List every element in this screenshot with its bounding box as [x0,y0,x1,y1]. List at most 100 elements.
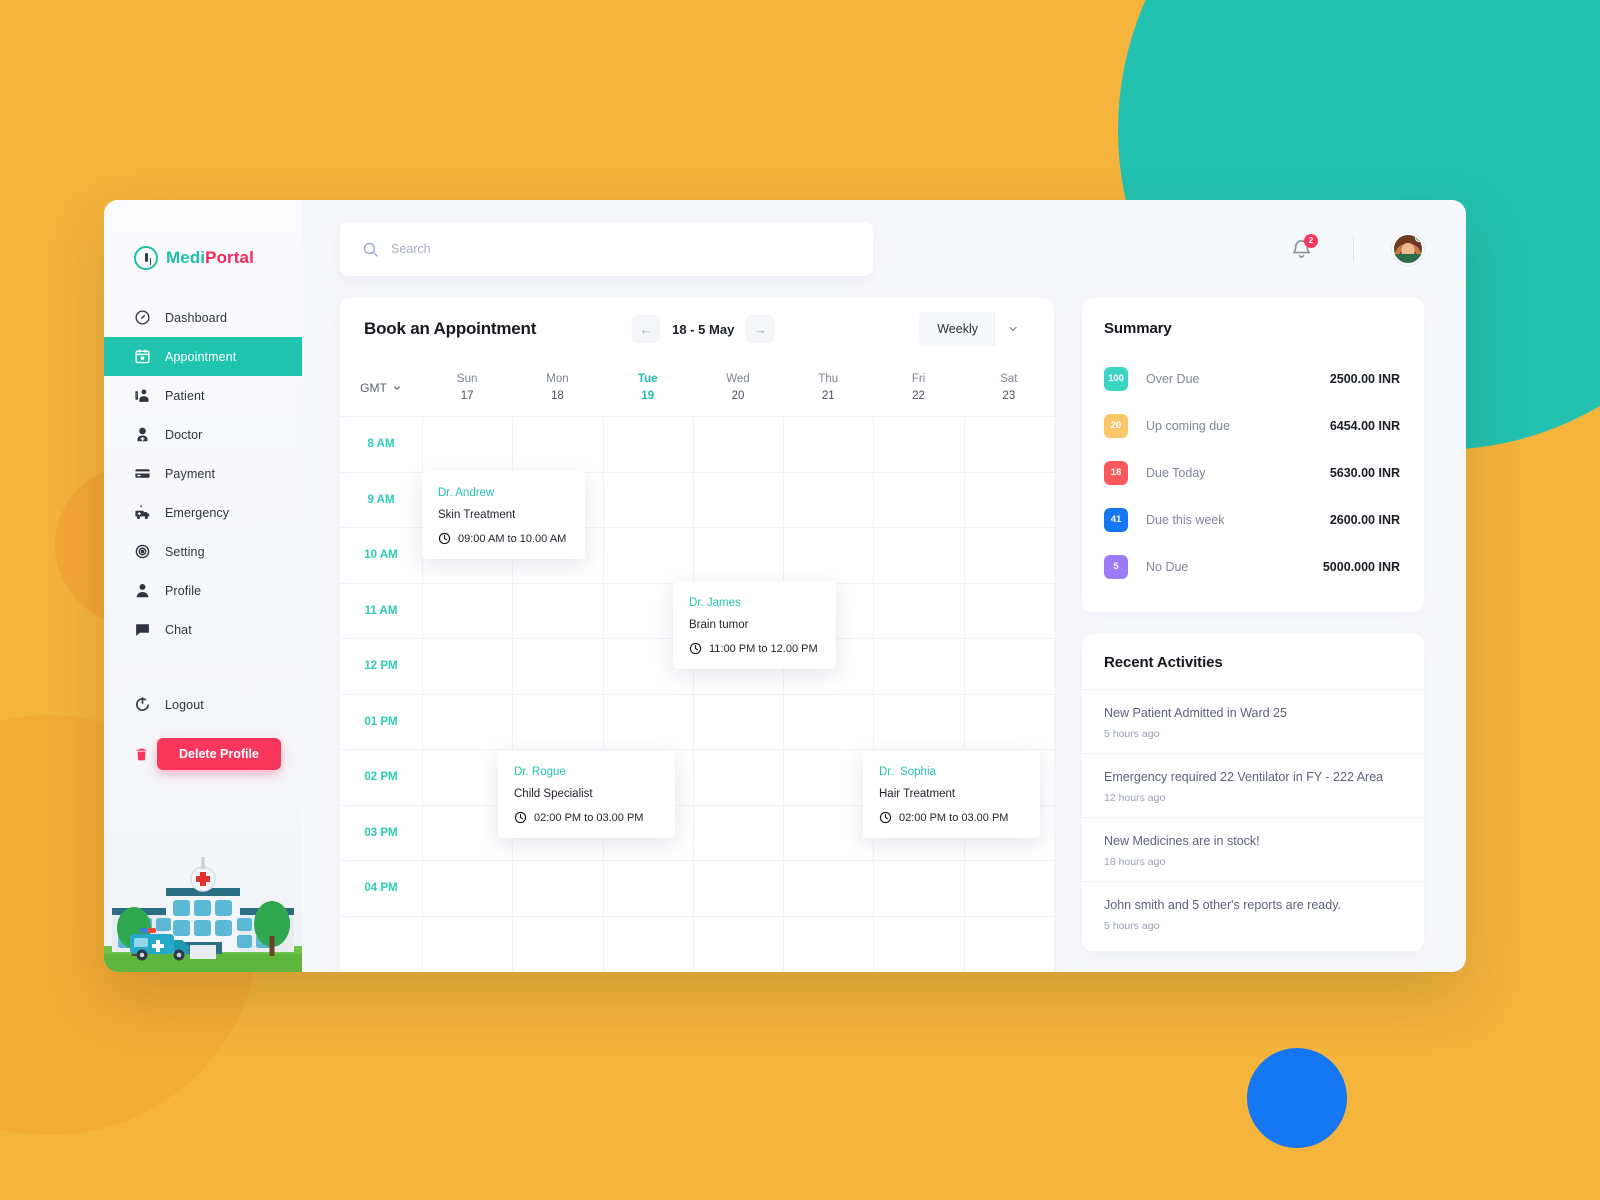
calendar-slot[interactable] [963,693,1054,749]
day-column-header[interactable]: Thu 21 [783,371,873,404]
sidebar-item-doctor[interactable]: Doctor [104,415,302,454]
view-mode-select[interactable]: Weekly [919,312,1030,346]
sidebar-item-dashboard[interactable]: Dashboard [104,298,302,337]
calendar-slot[interactable] [692,693,784,749]
day-column-header-today[interactable]: Tue 19 [603,371,693,404]
day-column-header[interactable]: Sat 23 [964,371,1054,404]
calendar-slot[interactable] [422,582,513,638]
calendar-slot[interactable] [692,527,784,583]
calendar-slot[interactable] [512,693,603,749]
calendar-slot[interactable] [873,416,964,472]
summary-row[interactable]: 18 Due Today 5630.00 INR [1104,449,1400,496]
calendar-slot[interactable] [963,915,1054,971]
summary-row[interactable]: 41 Due this week 2600.00 INR [1104,496,1400,543]
notifications-button[interactable]: 2 [1290,233,1318,261]
prev-week-button[interactable]: ← [632,315,661,343]
day-column-header[interactable]: Mon 18 [512,371,602,404]
calendar-slot[interactable] [963,527,1054,583]
calendar-slot[interactable] [692,915,784,971]
calendar-slot[interactable] [422,638,513,694]
activity-row[interactable]: New Medicines are in stock! 18 hours ago [1082,816,1424,881]
search-input[interactable] [391,242,851,256]
calendar-slot[interactable] [783,915,874,971]
calendar-slot[interactable] [602,527,693,583]
calendar-slot[interactable] [963,471,1054,527]
calendar-slot[interactable] [873,527,964,583]
calendar-slot[interactable] [963,582,1054,638]
calendar-slot[interactable] [422,860,513,916]
calendar-slot[interactable] [783,804,874,860]
summary-row[interactable]: 5 No Due 5000.000 INR [1104,543,1400,590]
calendar-slot[interactable] [783,693,874,749]
calendar-slot[interactable] [783,527,874,583]
calendar-slot[interactable] [783,416,874,472]
appointment-card[interactable]: Dr. Sophia Hair Treatment 02:00 PM to 03… [863,750,1040,838]
appointment-card[interactable]: Dr. Rogue Child Specialist 02:00 PM to 0… [498,750,675,838]
calendar-slot[interactable] [692,749,784,805]
calendar-slot[interactable] [422,416,513,472]
calendar-slot[interactable] [422,693,513,749]
calendar-slot[interactable] [692,860,784,916]
topbar-divider [1353,236,1354,262]
day-column-header[interactable]: Fri 22 [873,371,963,404]
clock-icon [689,642,702,655]
activity-row[interactable]: Emergency required 22 Ventilator in FY -… [1082,752,1424,817]
calendar-slot[interactable] [512,582,603,638]
calendar-slot[interactable] [512,860,603,916]
calendar-slot[interactable] [873,638,964,694]
activity-row[interactable]: New Patient Admitted in Ward 25 5 hours … [1082,689,1424,753]
sidebar-item-logout[interactable]: Logout [104,685,302,724]
calendar-slot[interactable] [422,915,513,971]
calendar-slot[interactable] [602,693,693,749]
summary-row[interactable]: 20 Up coming due 6454.00 INR [1104,402,1400,449]
day-number: 23 [1002,390,1016,402]
calendar-slot[interactable] [602,860,693,916]
chevron-down-icon[interactable] [994,312,1030,346]
calendar-slot[interactable] [963,860,1054,916]
person-icon [134,582,151,599]
search-bar[interactable] [340,222,873,276]
summary-row[interactable]: 100 Over Due 2500.00 INR [1104,355,1400,402]
calendar-slot[interactable] [602,416,693,472]
day-column-header[interactable]: Wed 20 [693,371,783,404]
avatar[interactable] [1392,233,1424,265]
calendar-slot[interactable] [602,915,693,971]
calendar-slot[interactable] [873,860,964,916]
brand-logo-wrap[interactable]: MediPortal [104,200,302,270]
calendar-slot[interactable] [963,638,1054,694]
sidebar-item-appointment[interactable]: Appointment [104,337,302,376]
calendar-slot[interactable] [873,693,964,749]
appointment-card[interactable]: Dr. Andrew Skin Treatment 09:00 AM to 10… [422,471,585,559]
day-number: 21 [821,390,835,402]
calendar-slot[interactable] [963,416,1054,472]
sidebar-item-chat[interactable]: Chat [104,610,302,649]
calendar-slot[interactable] [783,471,874,527]
calendar-slot[interactable] [512,915,603,971]
sidebar-item-patient[interactable]: Patient [104,376,302,415]
calendar-slot[interactable] [873,582,964,638]
sidebar-item-profile[interactable]: Profile [104,571,302,610]
calendar-slot[interactable] [692,416,784,472]
calendar-slot[interactable] [783,860,874,916]
delete-profile-button[interactable]: Delete Profile [157,738,281,770]
day-name: Sun [456,373,478,386]
calendar-slot[interactable] [873,471,964,527]
sidebar-item-payment[interactable]: Payment [104,454,302,493]
summary-label: Due this week [1146,512,1225,527]
day-column-header[interactable]: Sun 17 [422,371,512,404]
calendar-slot[interactable] [512,416,603,472]
sidebar-item-emergency[interactable]: Emergency [104,493,302,532]
timezone-select[interactable]: GMT [340,381,422,395]
calendar-slot[interactable] [692,804,784,860]
calendar-slot[interactable] [512,638,603,694]
calendar-slot[interactable] [692,471,784,527]
timezone-label: GMT [360,381,387,395]
calendar-slot[interactable] [783,749,874,805]
activity-row[interactable]: John smith and 5 other's reports are rea… [1082,880,1424,945]
day-name: Tue [637,373,658,386]
next-week-button[interactable]: → [746,315,775,343]
calendar-slot[interactable] [873,915,964,971]
sidebar-item-setting[interactable]: Setting [104,532,302,571]
appointment-card[interactable]: Dr. James Brain tumor 11:00 PM to 12.00 … [673,581,836,669]
calendar-slot[interactable] [602,471,693,527]
